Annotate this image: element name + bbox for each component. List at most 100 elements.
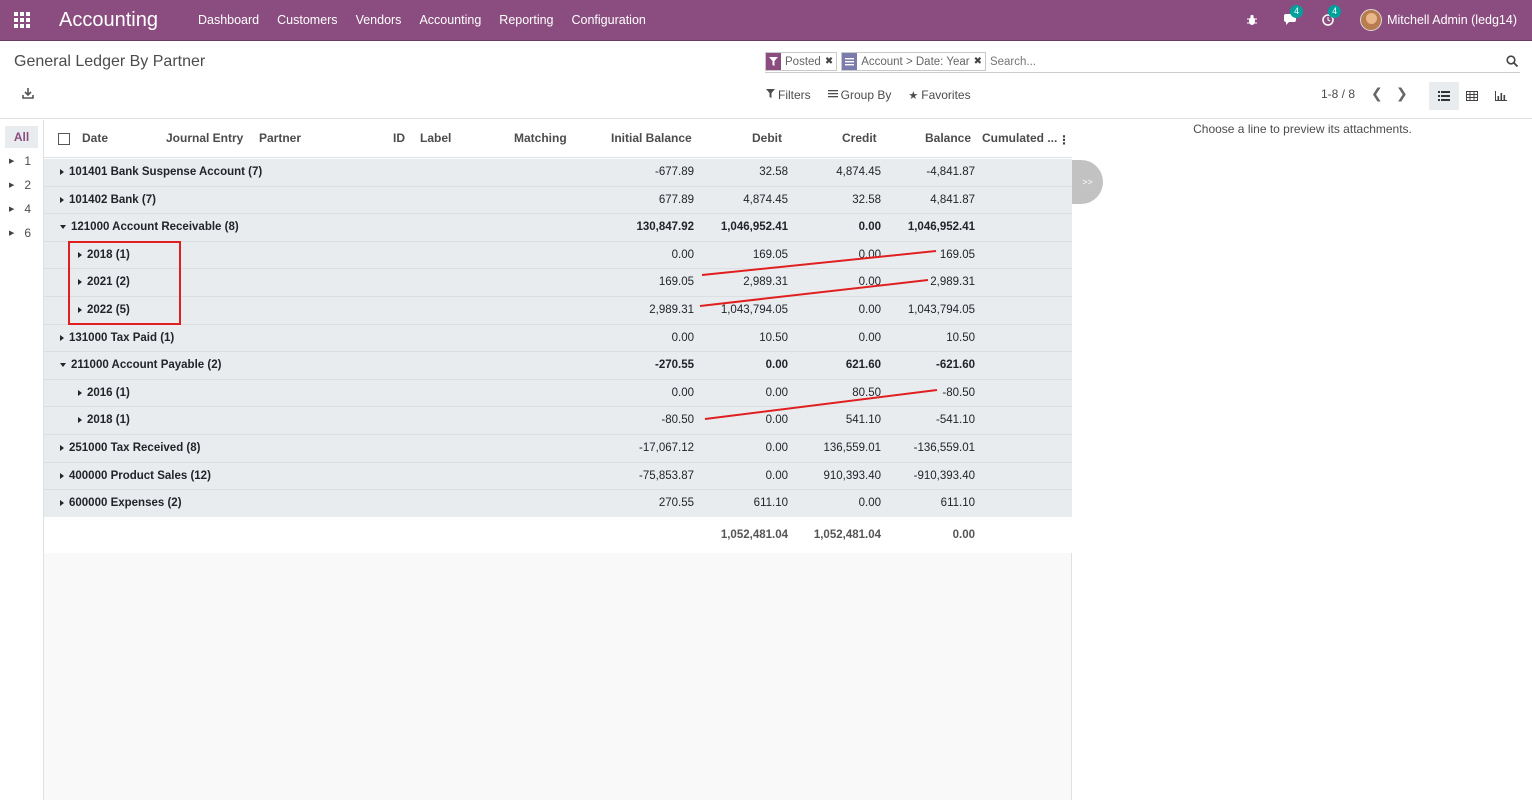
group-label: 251000 Tax Received (8) bbox=[69, 442, 201, 454]
search-icon[interactable] bbox=[1506, 54, 1520, 69]
cell-balance: -136,559.01 bbox=[913, 442, 975, 454]
optional-columns-icon[interactable]: ⋮ bbox=[1058, 133, 1070, 147]
menu-reporting[interactable]: Reporting bbox=[499, 13, 553, 27]
caret-down-icon[interactable] bbox=[60, 225, 66, 230]
group-name[interactable]: 121000 Account Receivable (8) bbox=[60, 221, 239, 233]
search-panel-item[interactable]: ▶ 2 bbox=[9, 178, 31, 192]
caret-right-icon[interactable] bbox=[60, 445, 64, 451]
group-row[interactable]: 101402 Bank (7) 677.89 4,874.45 32.58 4,841.… bbox=[44, 186, 1072, 215]
search-input[interactable] bbox=[989, 55, 1506, 68]
star-icon: ★ bbox=[908, 89, 919, 102]
favorites-button[interactable]: ★ Favorites bbox=[908, 88, 970, 102]
search-panel-all[interactable]: All bbox=[5, 126, 38, 148]
col-credit[interactable]: Credit bbox=[842, 131, 877, 145]
search-panel-item[interactable]: ▶ 6 bbox=[9, 226, 31, 240]
menu-accounting[interactable]: Accounting bbox=[419, 13, 481, 27]
group-row[interactable]: 400000 Product Sales (12) -75,853.87 0.00 9… bbox=[44, 462, 1072, 491]
search-panel-item[interactable]: ▶ 1 bbox=[9, 154, 31, 168]
facet-remove-icon[interactable]: ✖ bbox=[974, 53, 985, 70]
caret-right-icon[interactable]: ▶ bbox=[9, 229, 14, 237]
user-avatar[interactable] bbox=[1360, 9, 1383, 31]
group-row[interactable]: 131000 Tax Paid (1) 0.00 10.50 0.00 10.50 bbox=[44, 324, 1072, 353]
caret-right-icon[interactable] bbox=[60, 472, 64, 479]
caret-right-icon[interactable] bbox=[60, 196, 64, 203]
pager-previous-icon[interactable]: ❮ bbox=[1371, 85, 1383, 102]
search-panel-item[interactable]: ▶ 4 bbox=[9, 202, 31, 216]
filters-button[interactable]: Filters bbox=[766, 88, 811, 102]
select-all-checkbox[interactable] bbox=[58, 133, 70, 145]
facet-remove-icon[interactable]: ✖ bbox=[825, 53, 836, 70]
annotation-highlight-box bbox=[68, 241, 181, 325]
caret-down-icon[interactable] bbox=[60, 363, 66, 368]
activities-clock-icon[interactable]: 4 bbox=[1320, 5, 1342, 28]
subgroup-row[interactable]: 2018 (1) 0.00 169.05 0.00 169.05 bbox=[44, 241, 1072, 270]
apps-menu-button[interactable] bbox=[0, 0, 44, 41]
group-name[interactable]: 251000 Tax Received (8) bbox=[60, 442, 200, 454]
col-id[interactable]: ID bbox=[393, 131, 405, 145]
group-row[interactable]: 101401 Bank Suspense Account (7) -677.89 3… bbox=[44, 159, 1072, 187]
search-panel-item-label: 2 bbox=[24, 178, 32, 192]
preview-message: Choose a line to preview its attachments… bbox=[1193, 122, 1412, 136]
search-panel-item-label: 4 bbox=[24, 202, 32, 216]
subgroup-row[interactable]: 2022 (5) 2,989.31 1,043,794.05 0.00 1,043,79… bbox=[44, 297, 1072, 325]
group-name[interactable]: 101402 Bank (7) bbox=[60, 194, 156, 206]
caret-right-icon[interactable]: ▶ bbox=[9, 181, 14, 189]
groupby-button[interactable]: Group By bbox=[827, 88, 891, 102]
group-label: 2016 (1) bbox=[87, 386, 130, 399]
cell-balance: 1,043,794.05 bbox=[907, 304, 975, 316]
group-name[interactable]: 600000 Expenses (2) bbox=[60, 497, 182, 509]
col-cumulated[interactable]: Cumulated ... bbox=[982, 131, 1057, 145]
group-row[interactable]: 121000 Account Receivable (8) 130,847.92 1… bbox=[44, 214, 1072, 242]
group-name[interactable]: 2018 (1) bbox=[78, 414, 130, 426]
col-balance[interactable]: Balance bbox=[925, 131, 971, 145]
col-label[interactable]: Label bbox=[420, 131, 451, 145]
subgroup-row[interactable]: 2018 (1) -80.50 0.00 541.10 -541.10 bbox=[44, 407, 1072, 435]
list-view: Date Journal Entry Partner ID Label Matc… bbox=[44, 120, 1072, 800]
menu-vendors[interactable]: Vendors bbox=[356, 13, 402, 27]
subgroup-row[interactable]: 2016 (1) 0.00 0.00 80.50 -80.50 bbox=[44, 379, 1072, 408]
filter-icon bbox=[766, 53, 781, 70]
group-name[interactable]: 2016 (1) bbox=[78, 387, 130, 399]
col-initial-balance[interactable]: Initial Balance bbox=[611, 131, 692, 145]
list-view-icon[interactable] bbox=[1429, 82, 1459, 110]
facet-groupby-label: Account > Date: Year bbox=[861, 55, 970, 68]
col-journal-entry[interactable]: Journal Entry bbox=[166, 131, 243, 145]
graph-view-icon[interactable] bbox=[1486, 82, 1516, 110]
caret-right-icon[interactable] bbox=[60, 500, 64, 507]
pivot-view-icon[interactable] bbox=[1457, 82, 1487, 110]
cell-balance: 4,841.87 bbox=[930, 193, 975, 206]
caret-right-icon[interactable] bbox=[60, 169, 64, 175]
group-row[interactable]: 600000 Expenses (2) 270.55 611.10 0.00 611.1… bbox=[44, 490, 1072, 518]
messages-icon[interactable]: 4 bbox=[1282, 5, 1304, 28]
col-partner[interactable]: Partner bbox=[259, 131, 301, 145]
col-debit[interactable]: Debit bbox=[752, 131, 782, 145]
group-name[interactable]: 211000 Account Payable (2) bbox=[60, 359, 221, 371]
col-matching[interactable]: Matching bbox=[514, 131, 567, 145]
pager-value[interactable]: 1-8 / 8 bbox=[1321, 87, 1355, 101]
group-name[interactable]: 400000 Product Sales (12) bbox=[60, 470, 211, 482]
main-menu: Dashboard Customers Vendors Accounting R… bbox=[198, 13, 664, 27]
caret-right-icon[interactable]: ▶ bbox=[9, 205, 14, 213]
search-panel-item-label: 1 bbox=[24, 154, 32, 168]
debug-bug-icon[interactable] bbox=[1244, 12, 1260, 28]
group-name[interactable]: 131000 Tax Paid (1) bbox=[60, 332, 174, 344]
caret-right-icon[interactable] bbox=[78, 389, 82, 396]
caret-right-icon[interactable]: ▶ bbox=[9, 157, 14, 165]
caret-right-icon[interactable] bbox=[60, 334, 64, 341]
filter-icon bbox=[766, 89, 775, 101]
user-menu[interactable]: Mitchell Admin (ledg14) bbox=[1387, 13, 1517, 27]
group-name[interactable]: 101401 Bank Suspense Account (7) bbox=[60, 166, 262, 178]
menu-configuration[interactable]: Configuration bbox=[572, 13, 646, 27]
pager-next-icon[interactable]: ❯ bbox=[1396, 85, 1408, 102]
group-row[interactable]: 251000 Tax Received (8) -17,067.12 0.00 136… bbox=[44, 435, 1072, 463]
cell-balance: -910,393.40 bbox=[913, 469, 975, 482]
menu-dashboard[interactable]: Dashboard bbox=[198, 13, 259, 27]
cell-balance: -80.50 bbox=[942, 386, 975, 399]
group-row[interactable]: 211000 Account Payable (2) -270.55 0.00 621… bbox=[44, 352, 1072, 380]
app-brand[interactable]: Accounting bbox=[59, 9, 158, 32]
caret-right-icon[interactable] bbox=[78, 417, 82, 424]
download-icon[interactable] bbox=[22, 87, 36, 101]
col-date[interactable]: Date bbox=[82, 131, 108, 145]
subgroup-row[interactable]: 2021 (2) 169.05 2,989.31 0.00 2,989.31 bbox=[44, 269, 1072, 297]
menu-customers[interactable]: Customers bbox=[277, 13, 337, 27]
